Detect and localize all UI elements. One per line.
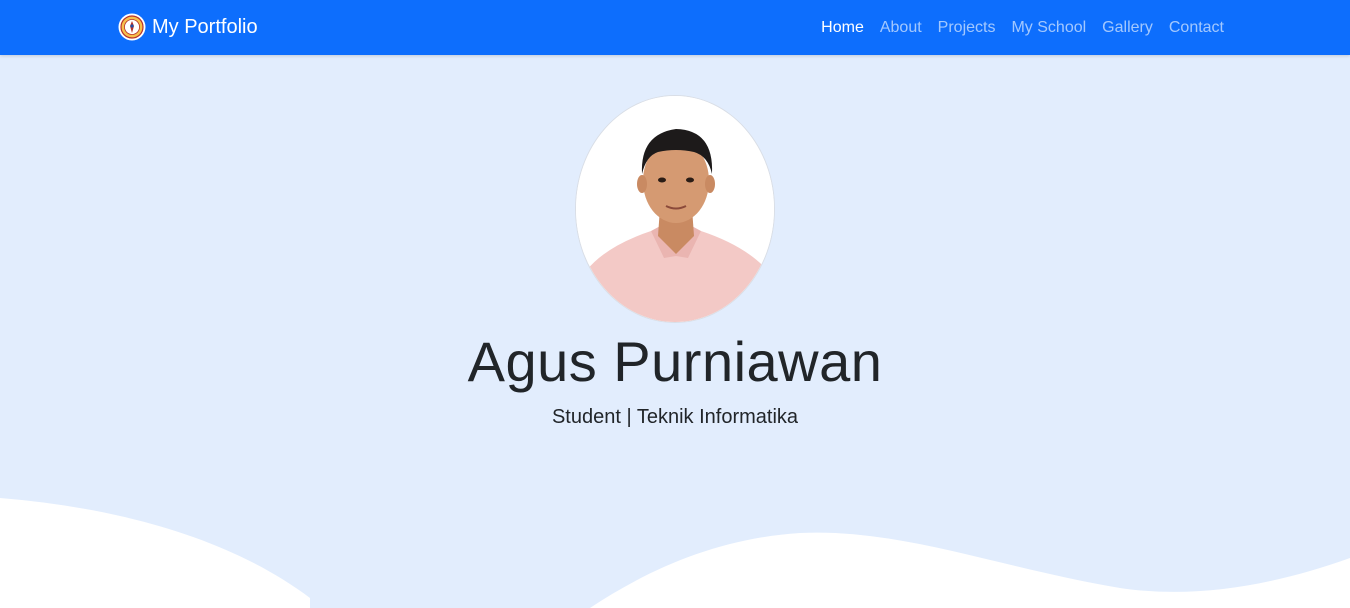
nav-home[interactable]: Home <box>821 16 864 40</box>
hero-section: Agus Purniawan Student | Teknik Informat… <box>0 55 1350 608</box>
profile-name: Agus Purniawan <box>467 330 883 393</box>
school-logo-icon <box>118 13 146 41</box>
nav-gallery[interactable]: Gallery <box>1102 16 1153 40</box>
nav-contact[interactable]: Contact <box>1169 16 1224 40</box>
brand-text: My Portfolio <box>152 16 258 38</box>
person-portrait-icon <box>576 96 774 322</box>
brand-link[interactable]: My Portfolio <box>118 13 258 41</box>
wave-divider <box>0 498 1350 608</box>
profile-subtitle: Student | Teknik Informatika <box>551 406 799 428</box>
profile-photo <box>575 95 775 323</box>
nav-about[interactable]: About <box>880 16 922 40</box>
nav-links: Home About Projects My School Gallery Co… <box>805 0 1224 55</box>
nav-projects[interactable]: Projects <box>938 16 996 40</box>
navbar: My Portfolio Home About Projects My Scho… <box>0 0 1350 55</box>
nav-my-school[interactable]: My School <box>1011 16 1086 40</box>
